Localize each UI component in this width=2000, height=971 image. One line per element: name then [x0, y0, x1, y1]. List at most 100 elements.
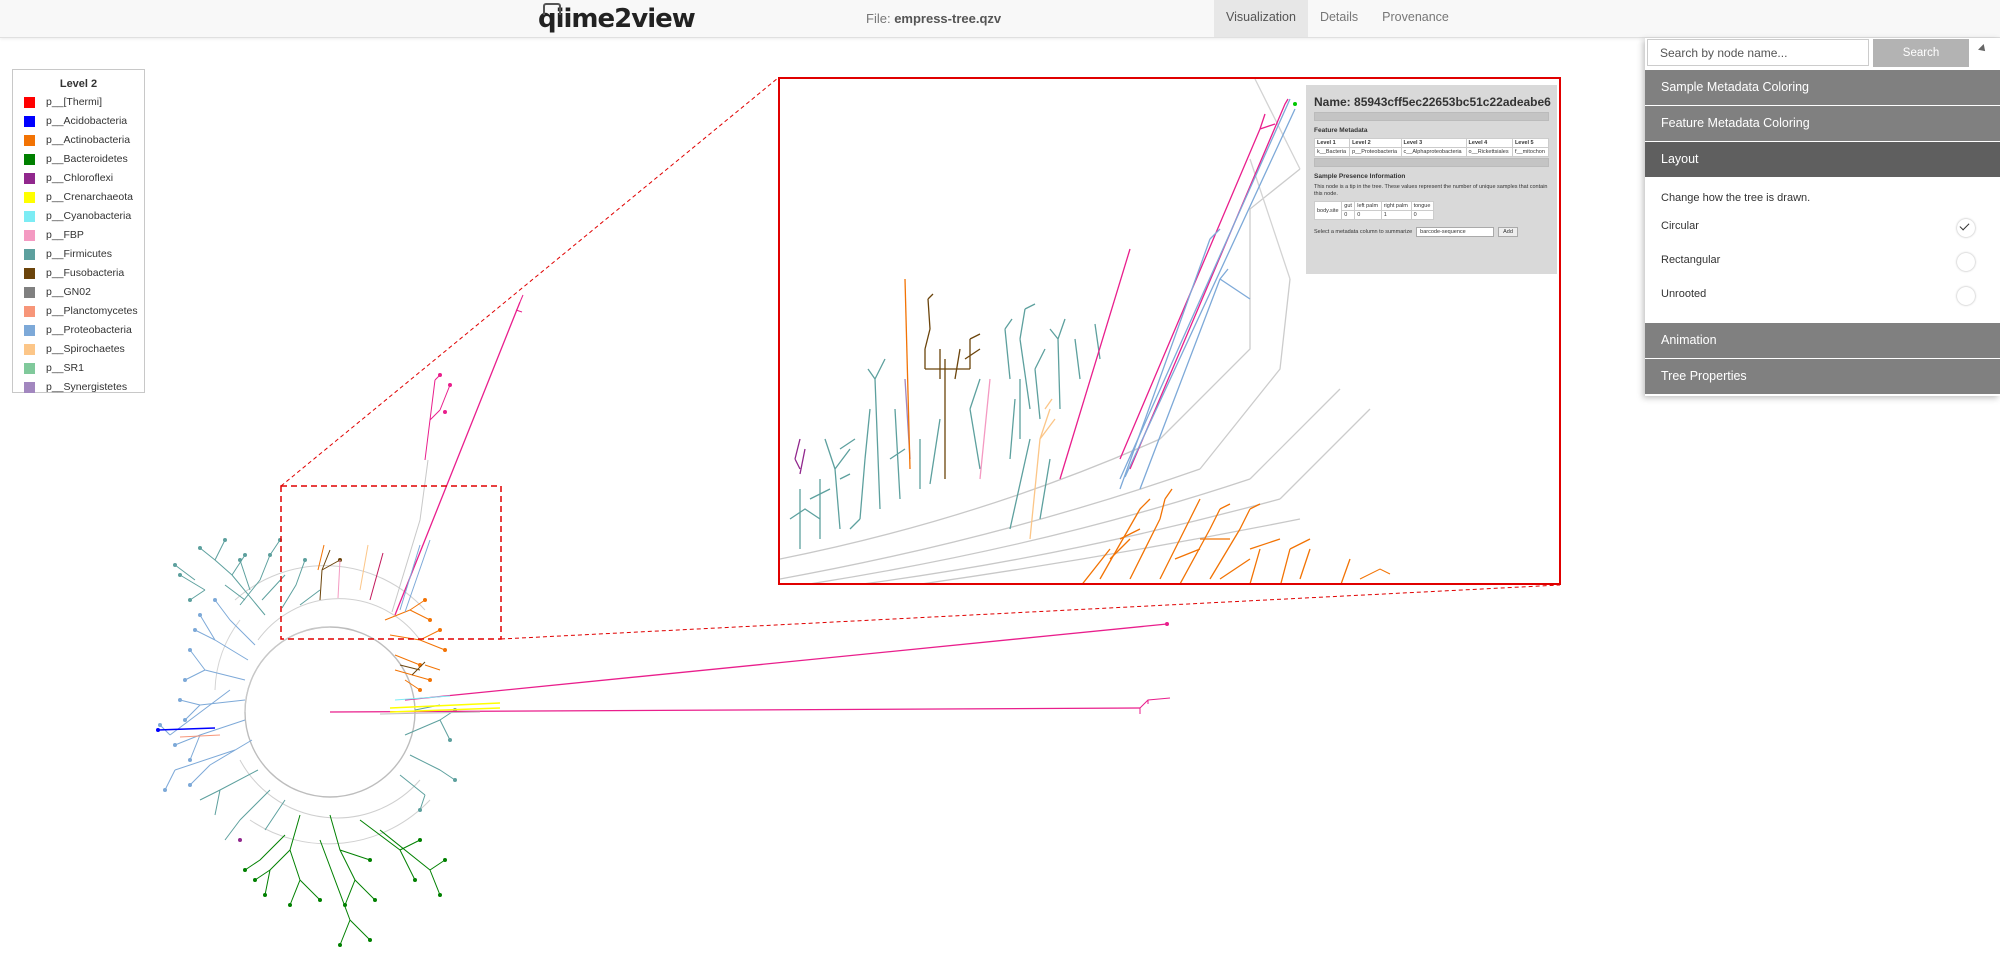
check-icon	[1959, 220, 1970, 231]
popup-scrollbar[interactable]	[1314, 112, 1549, 121]
legend-item: p__Planctomycetes	[13, 303, 144, 322]
fm-header: Level 2	[1349, 138, 1402, 148]
feature-metadata-table: Level 1 Level 2 Level 3 Level 4 Level 5 …	[1313, 138, 1550, 157]
legend-label: p__Spirochaetes	[46, 343, 125, 355]
feature-metadata-title: Feature Metadata	[1314, 127, 1368, 134]
fm-header: Level 4	[1465, 138, 1513, 148]
presence-value: 0	[1410, 210, 1435, 220]
presence-value: 0	[1341, 210, 1356, 220]
layout-option-rectangular[interactable]: Rectangular	[1661, 254, 1720, 266]
search-button[interactable]: Search	[1873, 39, 1969, 67]
side-panel: Search Sample Metadata Coloring Feature …	[1645, 38, 2000, 396]
panel-collapse-icon[interactable]	[1978, 44, 1988, 54]
legend-swatch	[24, 211, 35, 222]
fm-cell: o__Rickettsiales	[1465, 147, 1513, 157]
fm-cell: c__Alphaproteobacteria	[1400, 147, 1467, 157]
presence-header: tongue	[1410, 201, 1435, 211]
search-input[interactable]	[1647, 39, 1869, 66]
legend-label: p__Bacteroidetes	[46, 153, 128, 165]
legend-label: p__Chloroflexi	[46, 172, 114, 184]
node-name: Name: 85943cff5ec22653bc51c22adeabe6	[1314, 95, 1551, 109]
legend-swatch	[24, 287, 35, 298]
legend-swatch	[24, 230, 35, 241]
sample-presence-note: This node is a tip in the tree. These va…	[1314, 184, 1548, 197]
legend-label: p__Actinobacteria	[46, 134, 131, 146]
legend-label: p__Firmicutes	[46, 248, 112, 260]
presence-value: 0	[1354, 210, 1382, 220]
table-scrollbar[interactable]	[1314, 158, 1549, 167]
sample-presence-table: body.site gut left palm right palm tongu…	[1313, 201, 1435, 220]
legend-label: p__Acidobacteria	[46, 115, 128, 127]
legend-item: p__GN02	[13, 284, 144, 303]
legend-item: p__Bacteroidetes	[13, 151, 144, 170]
legend-item: p__[Thermi]	[13, 94, 144, 113]
legend-label: p__Crenarchaeota	[46, 191, 133, 203]
animation-button[interactable]: Animation	[1645, 323, 2000, 358]
legend-title: Level 2	[59, 78, 98, 90]
fm-cell: p__Proteobacteria	[1349, 147, 1402, 157]
presence-header: right palm	[1380, 201, 1412, 211]
legend-swatch	[24, 363, 35, 374]
legend-swatch	[24, 325, 35, 336]
legend-swatch	[24, 97, 35, 108]
legend-item: p__Spirochaetes	[13, 341, 144, 360]
legend-item: p__Proteobacteria	[13, 322, 144, 341]
presence-header: left palm	[1354, 201, 1382, 211]
legend-item: p__Firmicutes	[13, 246, 144, 265]
legend-label: p__Proteobacteria	[46, 324, 132, 336]
legend-item: p__Fusobacteria	[13, 265, 144, 284]
zoom-region-box	[280, 485, 502, 640]
legend-label: p__Fusobacteria	[46, 267, 125, 279]
summarize-row: Select a metadata column to summarize ba…	[1314, 227, 1549, 237]
presence-value: 1	[1380, 210, 1412, 220]
legend-swatch	[24, 116, 35, 127]
fm-cell: f__mitochon	[1511, 147, 1550, 157]
legend-label: p__GN02	[46, 286, 91, 298]
circular-radio[interactable]	[1957, 219, 1975, 237]
legend-swatch	[24, 249, 35, 260]
legend-swatch	[24, 344, 35, 355]
zoom-inset: Name: 85943cff5ec22653bc51c22adeabe6 Fea…	[778, 77, 1561, 585]
unrooted-radio[interactable]	[1957, 287, 1975, 305]
sample-presence-title: Sample Presence Information	[1314, 173, 1406, 180]
legend-item: p__Crenarchaeota	[13, 189, 144, 208]
rectangular-radio[interactable]	[1957, 253, 1975, 271]
legend-label: p__Synergistetes	[46, 381, 128, 393]
layout-button[interactable]: Layout	[1645, 142, 2000, 177]
tree-properties-button[interactable]: Tree Properties	[1645, 359, 2000, 394]
fm-cell: k__Bacteria	[1313, 147, 1351, 157]
legend-swatch	[24, 268, 35, 279]
legend-label: p__Planctomycetes	[46, 305, 138, 317]
add-button[interactable]: Add	[1498, 227, 1518, 237]
legend-label: p__[Thermi]	[46, 96, 103, 108]
layout-description: Change how the tree is drawn.	[1661, 192, 1811, 204]
sample-metadata-coloring-button[interactable]: Sample Metadata Coloring	[1645, 70, 2000, 105]
legend-swatch	[24, 382, 35, 393]
legend-item: p__Synergistetes	[13, 379, 144, 398]
metadata-column-select[interactable]: barcode-sequence	[1416, 227, 1495, 237]
legend-item: p__Cyanobacteria	[13, 208, 144, 227]
legend-label: p__Cyanobacteria	[46, 210, 132, 222]
legend-box: Level 2 p__[Thermi] p__Acidobacteria p__…	[12, 69, 145, 393]
legend-swatch	[24, 192, 35, 203]
legend-label: p__FBP	[46, 229, 84, 241]
legend-label: p__SR1	[46, 362, 84, 374]
legend-item: p__SR1	[13, 360, 144, 379]
feature-metadata-coloring-button[interactable]: Feature Metadata Coloring	[1645, 106, 2000, 141]
legend-swatch	[24, 135, 35, 146]
fm-header: Level 1	[1313, 138, 1351, 148]
node-info-popup: Name: 85943cff5ec22653bc51c22adeabe6 Fea…	[1306, 85, 1557, 274]
legend-item: p__FBP	[13, 227, 144, 246]
presence-header: gut	[1341, 201, 1356, 211]
fm-header: Level 5	[1511, 138, 1550, 148]
layout-option-unrooted[interactable]: Unrooted	[1661, 288, 1706, 300]
legend-item: p__Chloroflexi	[13, 170, 144, 189]
legend-item: p__Acidobacteria	[13, 113, 144, 132]
layout-option-circular[interactable]: Circular	[1661, 220, 1699, 232]
legend-swatch	[24, 306, 35, 317]
fm-header: Level 3	[1400, 138, 1467, 148]
legend-swatch	[24, 154, 35, 165]
legend-swatch	[24, 173, 35, 184]
legend-item: p__Actinobacteria	[13, 132, 144, 151]
presence-header: body.site	[1313, 201, 1343, 220]
